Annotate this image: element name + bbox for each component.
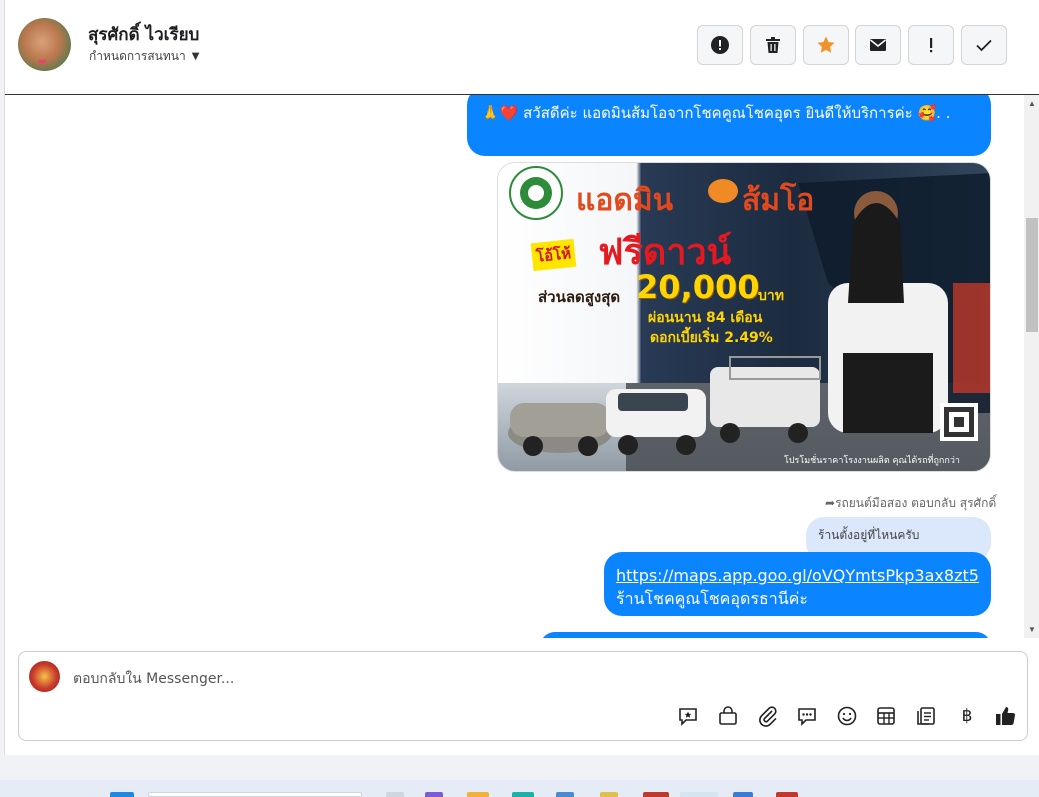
attachment-icon — [759, 706, 777, 727]
contact-avatar[interactable]: ❤ — [18, 18, 71, 71]
shop-button[interactable] — [716, 704, 740, 728]
browser-icon[interactable] — [512, 792, 534, 797]
delete-button[interactable] — [750, 25, 796, 65]
payment-button[interactable]: ฿ — [955, 704, 979, 728]
taskbar-app-icon[interactable] — [556, 792, 574, 797]
mark-spam-button[interactable] — [697, 25, 743, 65]
scroll-up-icon[interactable]: ▲ — [1028, 99, 1036, 108]
like-button[interactable] — [993, 704, 1017, 728]
promo-image[interactable]: แอดมิน ส้มโอ โอ้โห้ ฟรีดาวน์ ส่วนลดสูงสุ… — [497, 162, 991, 472]
orange-icon — [708, 179, 738, 203]
follow-up-button[interactable] — [908, 25, 954, 65]
emoji-button[interactable] — [835, 704, 859, 728]
promo-discount-unit: บาท — [758, 288, 784, 304]
star-icon — [817, 36, 835, 53]
inbox-window: ❤ สุรศักดิ์ ไวเรียบ กำหนดการสนทนา ▼ 🙏❤️ … — [4, 0, 1039, 755]
taskbar-app-icon[interactable] — [600, 792, 618, 797]
message-bubble-partial[interactable] — [540, 632, 991, 638]
reply-input[interactable]: ตอบกลับใน Messenger... — [73, 668, 234, 690]
exclamation-icon — [930, 38, 933, 53]
reply-hint-text: รถยนต์มือสอง ตอบกลับ สุรศักดิ์ — [835, 496, 997, 510]
mark-unread-button[interactable] — [855, 25, 901, 65]
notes-icon — [917, 707, 935, 725]
promo-title-right: ส้มโอ — [742, 183, 815, 218]
alert-circle-icon — [711, 36, 729, 54]
chat-bubbles-icon — [798, 708, 816, 726]
check-icon — [976, 39, 992, 52]
quick-reply-icon — [679, 708, 697, 726]
emoji-icon — [837, 706, 857, 726]
promo-footer: โปรโมชั่นราคาโรงงานผลิต คุณได้รถที่ถูกกว… — [784, 456, 960, 466]
taskbar-app-icon[interactable] — [776, 792, 798, 797]
taskbar-app-icon[interactable] — [425, 792, 443, 797]
notes-button[interactable] — [914, 704, 938, 728]
table-icon — [877, 707, 895, 725]
start-icon[interactable] — [110, 792, 134, 797]
contact-name[interactable]: สุรศักดิ์ ไวเรียบ — [88, 21, 199, 48]
thumbs-up-icon — [996, 707, 1016, 725]
scrollbar-thumb[interactable] — [1026, 218, 1038, 332]
page-avatar — [29, 661, 60, 692]
table-button[interactable] — [874, 704, 898, 728]
mail-icon — [870, 39, 886, 51]
assign-label: กำหนดการสนทนา — [89, 49, 186, 63]
reply-composer[interactable]: ตอบกลับใน Messenger... ฿ — [18, 651, 1028, 741]
assign-conversation-dropdown[interactable]: กำหนดการสนทนา ▼ — [89, 47, 199, 66]
promo-discount-value: 20,000 — [636, 268, 760, 306]
scroll-down-icon[interactable]: ▼ — [1028, 625, 1036, 634]
calendar-icon[interactable] — [733, 792, 753, 797]
baht-icon: ฿ — [961, 706, 973, 726]
line-app-icon[interactable] — [680, 792, 718, 797]
maps-link[interactable]: https://maps.app.goo.gl/oVQYmtsPkp3ax8zt… — [616, 564, 979, 587]
caret-down-icon: ▼ — [191, 51, 200, 62]
reply-hint: ➦รถยนต์มือสอง ตอบกลับ สุรศักดิ์ — [825, 494, 996, 513]
heart-icon: ❤ — [38, 58, 47, 69]
reply-arrow-icon: ➦ — [825, 496, 836, 510]
folder-icon[interactable] — [467, 792, 489, 797]
taskbar-search[interactable] — [148, 792, 362, 797]
promo-interest: ดอกเบี้ยเริ่ม 2.49% — [650, 330, 773, 346]
quick-reply-button[interactable] — [676, 704, 700, 728]
taskbar-app-icon[interactable] — [386, 792, 404, 797]
message-thread: 🙏❤️ สวัสดีค่ะ แอดมินส้มโอจากโชคคูณโชคอุด… — [5, 95, 1024, 638]
shopping-bag-icon — [719, 706, 737, 725]
saved-replies-button[interactable] — [795, 704, 819, 728]
conversation-header: ❤ สุรศักดิ์ ไวเรียบ กำหนดการสนทนา ▼ — [5, 0, 1039, 95]
shop-name-text: ร้านโชคคูณโชคอุดรธานีค่ะ — [616, 589, 808, 608]
message-bubble-location[interactable]: https://maps.app.goo.gl/oVQYmtsPkp3ax8zt… — [604, 552, 991, 616]
os-taskbar — [0, 780, 1039, 797]
mark-done-button[interactable] — [961, 25, 1007, 65]
star-button[interactable] — [803, 25, 849, 65]
attach-button[interactable] — [756, 704, 780, 728]
promo-installment: ผ่อนนาน 84 เดือน — [648, 310, 763, 326]
promo-title-left: แอดมิน — [576, 183, 674, 218]
promo-discount-label: ส่วนลดสูงสุด — [538, 288, 621, 306]
message-bubble-greeting[interactable]: 🙏❤️ สวัสดีค่ะ แอดมินส้มโอจากโชคคูณโชคอุด… — [467, 95, 991, 156]
promo-badge: โอ้โห้ — [530, 238, 577, 272]
taskbar-app-icon[interactable] — [643, 792, 669, 797]
thread-scrollbar[interactable]: ▲ ▼ — [1024, 95, 1039, 638]
trash-icon — [766, 37, 780, 53]
